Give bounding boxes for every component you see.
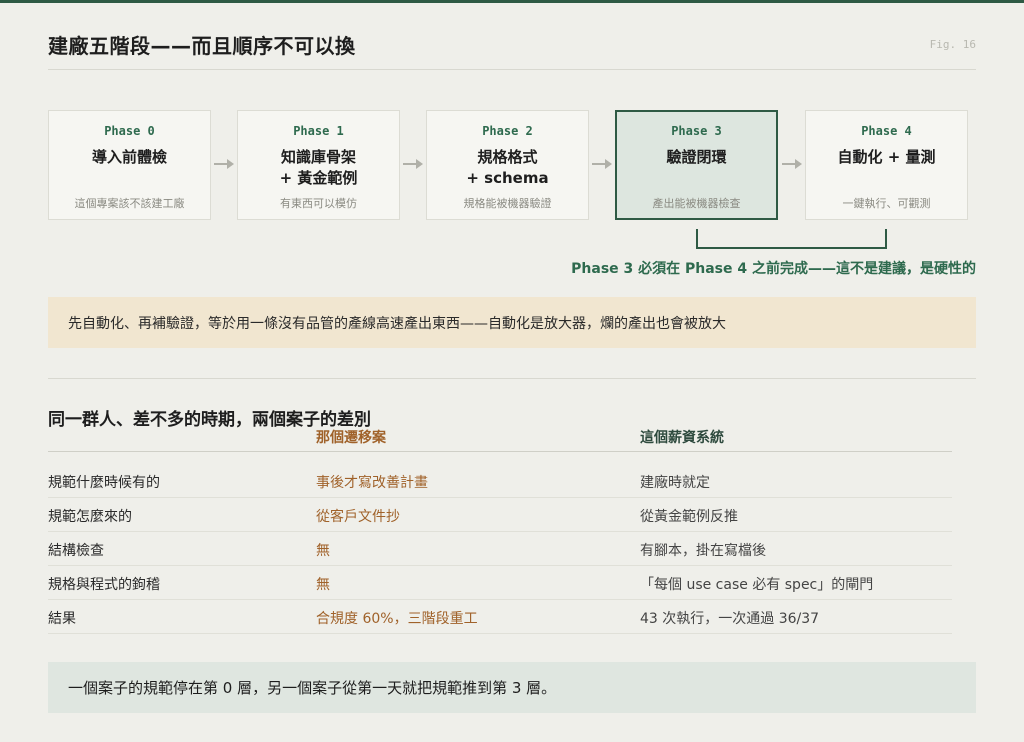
phase-label: Phase 1 xyxy=(293,124,344,138)
section-divider xyxy=(48,378,976,379)
page-title: 建廠五階段——而且順序不可以換 xyxy=(48,34,356,58)
phase-box-3-highlighted: Phase 3 驗證閉環 產出能被機器檢查 xyxy=(615,110,778,220)
phase-name-line1: 規格格式 xyxy=(477,148,538,166)
cell-migration: 從客戶文件抄 xyxy=(316,509,400,525)
table-header-rule xyxy=(48,451,952,452)
cell-payroll: 43 次執行，一次通過 36/37 xyxy=(640,611,820,627)
phase-name: 驗證閉環 xyxy=(617,147,776,168)
phase-name-line1: 知識庫骨架 xyxy=(280,148,356,166)
table-row: 結果 合規度 60%，三階段重工 43 次執行，一次通過 36/37 xyxy=(48,600,952,634)
phase-subtitle: 這個專案該不該建工廠 xyxy=(74,197,185,210)
top-accent-bar xyxy=(0,0,1024,3)
phase-3-4-bracket xyxy=(696,229,887,249)
table-row: 規範什麼時候有的 事後才寫改善計畫 建廠時就定 xyxy=(48,464,952,498)
cell-payroll: 有腳本，掛在寫檔後 xyxy=(640,543,766,559)
cell-migration: 事後才寫改善計畫 xyxy=(316,475,428,491)
cell-payroll: 「每個 use case 必有 spec」的閘門 xyxy=(640,577,874,593)
table-row: 結構檢查 無 有腳本，掛在寫檔後 xyxy=(48,532,952,566)
phase-box-4: Phase 4 自動化 + 量測 一鍵執行、可觀測 xyxy=(805,110,968,220)
table-row: 規格與程式的鉤稽 無 「每個 use case 必有 spec」的閘門 xyxy=(48,566,952,600)
phase-name: 自動化 + 量測 xyxy=(806,147,967,168)
phase-subtitle: 規格能被機器驗證 xyxy=(463,197,552,210)
cell-payroll: 從黃金範例反推 xyxy=(640,509,738,525)
phase-order-note: Phase 3 必須在 Phase 4 之前完成——這不是建議，是硬性的 xyxy=(571,261,976,277)
table-row: 規範怎麼來的 從客戶文件抄 從黃金範例反推 xyxy=(48,498,952,532)
phase-label: Phase 4 xyxy=(861,124,912,138)
phase-name: 知識庫骨架 + 黃金範例 xyxy=(238,147,399,189)
phase-name: 導入前體檢 xyxy=(49,147,210,168)
row-label: 規範怎麼來的 xyxy=(48,509,132,525)
title-divider xyxy=(48,69,976,70)
phase-box-0: Phase 0 導入前體檢 這個專案該不該建工廠 xyxy=(48,110,211,220)
phase-name-line1: 驗證閉環 xyxy=(666,148,727,166)
row-label: 結構檢查 xyxy=(48,543,104,559)
phase-subtitle: 有東西可以模仿 xyxy=(280,197,357,210)
phase-name-line1: 導入前體檢 xyxy=(91,148,167,166)
cell-migration: 無 xyxy=(316,543,330,559)
cell-migration: 合規度 60%，三階段重工 xyxy=(316,611,478,627)
row-label: 規格與程式的鉤稽 xyxy=(48,577,160,593)
phase-name-line1: 自動化 + 量測 xyxy=(837,148,936,166)
phase-name-line2: + schema xyxy=(466,169,549,187)
row-label: 結果 xyxy=(48,611,76,627)
cell-payroll: 建廠時就定 xyxy=(640,475,710,491)
phase-box-1: Phase 1 知識庫骨架 + 黃金範例 有東西可以模仿 xyxy=(237,110,400,220)
phase-name: 規格格式 + schema xyxy=(427,147,588,189)
phase-subtitle: 產出能被機器檢查 xyxy=(652,197,741,210)
phase-label: Phase 2 xyxy=(482,124,533,138)
column-header-migration: 那個遷移案 xyxy=(316,430,386,446)
figure-label: Fig. 16 xyxy=(929,38,976,51)
cell-migration: 無 xyxy=(316,577,330,593)
phase-subtitle: 一鍵執行、可觀測 xyxy=(842,197,931,210)
row-label: 規範什麼時候有的 xyxy=(48,475,160,491)
column-header-payroll: 這個薪資系統 xyxy=(640,430,724,446)
arrow-right-icon xyxy=(782,159,802,169)
phase-box-2: Phase 2 規格格式 + schema 規格能被機器驗證 xyxy=(426,110,589,220)
phase-name-line2: + 黃金範例 xyxy=(279,169,358,187)
arrow-right-icon xyxy=(592,159,612,169)
warning-callout: 先自動化、再補驗證，等於用一條沒有品管的產線高速產出東西——自動化是放大器，爛的… xyxy=(48,297,976,348)
phase-label: Phase 3 xyxy=(671,124,722,138)
phase-label: Phase 0 xyxy=(104,124,155,138)
arrow-right-icon xyxy=(403,159,423,169)
summary-callout: 一個案子的規範停在第 0 層，另一個案子從第一天就把規範推到第 3 層。 xyxy=(48,662,976,713)
arrow-right-icon xyxy=(214,159,234,169)
